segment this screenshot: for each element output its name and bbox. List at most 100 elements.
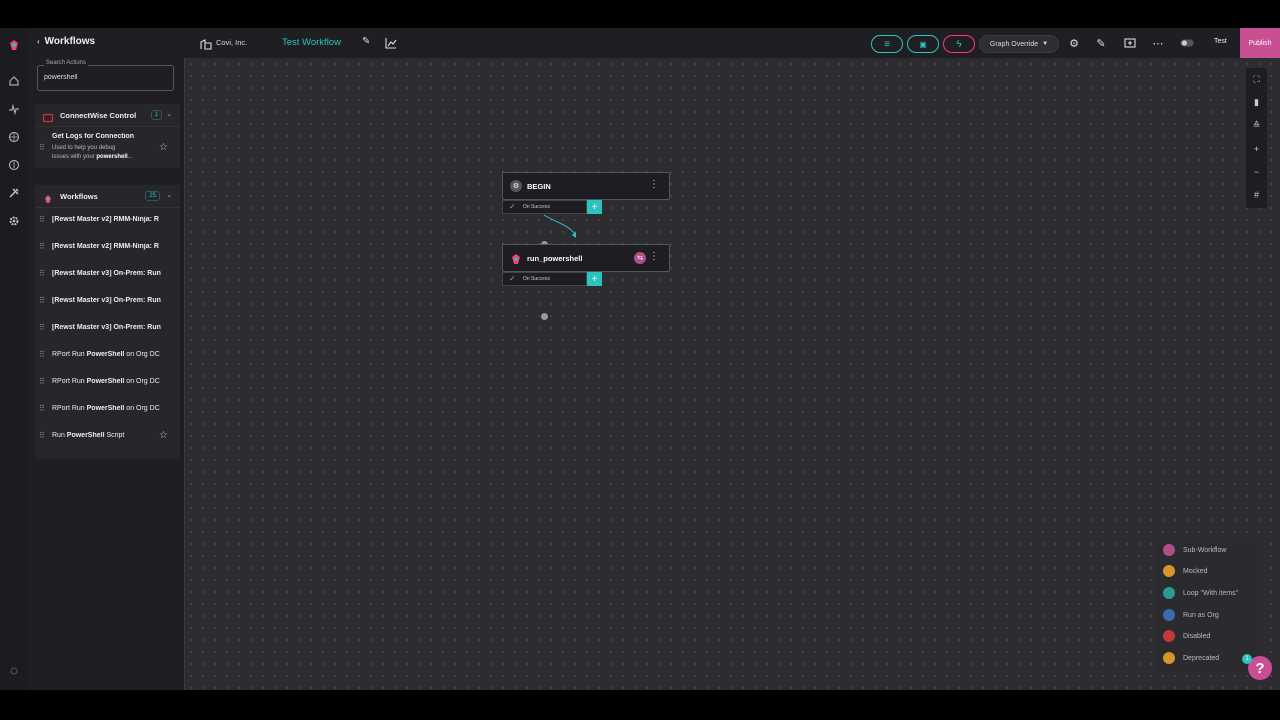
- tools-icon[interactable]: [7, 186, 21, 200]
- drag-handle-icon[interactable]: ⠿: [39, 323, 45, 332]
- item-title: RPort Run PowerShell on Org DC: [52, 351, 160, 358]
- settings-icon[interactable]: [7, 214, 21, 228]
- triggers-button[interactable]: ϟ: [943, 35, 975, 53]
- zoom-out-icon[interactable]: −: [1246, 161, 1267, 183]
- notes-button[interactable]: ≡: [871, 35, 903, 53]
- drag-handle-icon[interactable]: ⠿: [39, 269, 45, 278]
- group-header[interactable]: Workflows 25 ⌄: [35, 185, 180, 208]
- connectwise-icon: [42, 110, 54, 123]
- chevron-left-icon[interactable]: ‹: [37, 37, 40, 46]
- favorite-star-icon[interactable]: ☆: [159, 142, 168, 153]
- item-description-line1: Used to help you debug: [52, 145, 116, 151]
- subworkflow-icon: [1163, 544, 1175, 556]
- fit-view-icon[interactable]: ⛶: [1246, 68, 1267, 90]
- list-item[interactable]: ⠿ Get Logs for Connection Used to help y…: [35, 130, 180, 166]
- chevron-down-icon[interactable]: ⌄: [166, 191, 172, 199]
- list-item[interactable]: ⠿ [Rewst Master v3] On-Prem: Run: [35, 264, 180, 284]
- more-options-icon[interactable]: ⋯: [1151, 36, 1165, 50]
- search-field[interactable]: Search Actions: [37, 60, 174, 91]
- add-transition-button[interactable]: +: [587, 200, 602, 214]
- rewst-logo-icon[interactable]: [7, 38, 21, 52]
- connector-handle[interactable]: [541, 313, 548, 320]
- kebab-menu-icon[interactable]: ⋮: [649, 179, 659, 191]
- transition-port[interactable]: ✓ On Success: [502, 272, 587, 286]
- workflow-node-begin[interactable]: ⚙ BEGIN ⋮: [502, 172, 670, 200]
- lightning-icon: ϟ: [956, 38, 962, 50]
- workflow-node-run-powershell[interactable]: run_powershell ⇆ ⋮: [502, 244, 670, 272]
- list-item[interactable]: ⠿ Run PowerShell Script ☆: [35, 426, 180, 446]
- item-title: Run PowerShell Script: [52, 432, 125, 439]
- activity-icon[interactable]: [7, 102, 21, 116]
- favorite-star-icon[interactable]: ☆: [159, 430, 168, 441]
- item-title: [Rewst Master v3] On-Prem: Run: [52, 324, 161, 331]
- port-label: On Success: [523, 276, 550, 282]
- variables-button[interactable]: ▣: [907, 35, 939, 53]
- legend-label: Mocked: [1183, 567, 1208, 575]
- export-icon[interactable]: [1123, 36, 1137, 50]
- deprecated-icon: [1163, 652, 1175, 664]
- workflow-canvas[interactable]: ⚙ BEGIN ⋮ ✓ On Success + run_powershell …: [185, 58, 1280, 690]
- list-item[interactable]: ⠿ [Rewst Master v3] On-Prem: Run: [35, 318, 180, 338]
- zoom-in-icon[interactable]: +: [1246, 138, 1267, 160]
- drag-handle-icon[interactable]: ⠿: [39, 431, 45, 440]
- drag-handle-icon[interactable]: ⠿: [39, 215, 45, 224]
- subworkflow-badge-icon: ⇆: [634, 252, 646, 264]
- transition-port[interactable]: ✓ On Success: [502, 200, 587, 214]
- check-icon: ✓: [509, 274, 516, 283]
- org-name[interactable]: Covi, Inc.: [216, 38, 247, 47]
- item-title: [Rewst Master v2] RMM-Ninja: R: [52, 243, 159, 250]
- help-badge: 1: [1242, 654, 1252, 664]
- subworkflow-icon: [510, 252, 522, 264]
- edit-name-icon[interactable]: ✎: [362, 36, 370, 47]
- test-button[interactable]: Test: [1214, 38, 1227, 45]
- grid-icon[interactable]: #: [1246, 184, 1267, 206]
- workflow-name[interactable]: Test Workflow: [282, 37, 341, 48]
- toggle-icon[interactable]: [1180, 36, 1194, 50]
- chevron-down-icon[interactable]: ⌄: [166, 110, 172, 118]
- run-as-org-icon: [1163, 609, 1175, 621]
- legend-item: Sub-Workflow: [1163, 543, 1226, 557]
- list-item[interactable]: ⠿ RPort Run PowerShell on Org DC: [35, 372, 180, 392]
- list-item[interactable]: ⠿ RPort Run PowerShell on Org DC: [35, 399, 180, 419]
- item-title: RPort Run PowerShell on Org DC: [52, 378, 160, 385]
- legend-label: Loop "With items": [1183, 589, 1239, 597]
- list-item[interactable]: ⠿ [Rewst Master v3] On-Prem: Run: [35, 291, 180, 311]
- list-icon: ≡: [884, 38, 890, 50]
- layout-icon[interactable]: ≙: [1246, 114, 1267, 136]
- action-group-workflows: Workflows 25 ⌄ ⠿ [Rewst Master v2] RMM-N…: [35, 185, 180, 459]
- drag-handle-icon[interactable]: ⠿: [39, 296, 45, 305]
- drag-handle-icon[interactable]: ⠿: [39, 350, 45, 359]
- legend-item: Loop "With items": [1163, 586, 1238, 600]
- list-item[interactable]: ⠿ RPort Run PowerShell on Org DC: [35, 345, 180, 365]
- graph-override-dropdown[interactable]: Graph Override ▼: [979, 35, 1059, 53]
- legend-item: Disabled: [1163, 629, 1210, 643]
- list-item[interactable]: ⠿ [Rewst Master v2] RMM-Ninja: R: [35, 237, 180, 257]
- analytics-icon[interactable]: [385, 36, 397, 54]
- coin-icon[interactable]: [7, 158, 21, 172]
- drag-handle-icon[interactable]: ⠿: [39, 377, 45, 386]
- pencil-icon[interactable]: ✎: [1094, 36, 1108, 50]
- begin-icon: ⚙: [510, 180, 522, 192]
- drag-handle-icon[interactable]: ⠿: [39, 143, 45, 152]
- legend-item: Run as Org: [1163, 608, 1219, 622]
- kebab-menu-icon[interactable]: ⋮: [649, 251, 659, 263]
- search-legend: Search Actions: [44, 60, 89, 66]
- add-transition-button[interactable]: +: [587, 272, 602, 286]
- disabled-icon: [1163, 630, 1175, 642]
- home-icon[interactable]: [7, 74, 21, 88]
- group-header[interactable]: ConnectWise Control 1 ⌄: [35, 104, 180, 127]
- gear-icon[interactable]: ⚙: [1067, 36, 1081, 50]
- publish-button[interactable]: Publish: [1240, 28, 1280, 58]
- sidebar-header[interactable]: ‹ Workflows: [37, 36, 95, 47]
- drag-handle-icon[interactable]: ⠿: [39, 242, 45, 251]
- action-group-connectwise: ConnectWise Control 1 ⌄ ⠿ Get Logs for C…: [35, 104, 180, 168]
- list-item[interactable]: ⠿ [Rewst Master v2] RMM-Ninja: R: [35, 210, 180, 230]
- workflows-icon: [43, 191, 53, 203]
- collapse-icon[interactable]: [7, 664, 21, 678]
- lock-icon[interactable]: ▮: [1246, 91, 1267, 113]
- globe-icon[interactable]: [7, 130, 21, 144]
- item-title: [Rewst Master v2] RMM-Ninja: R: [52, 216, 159, 223]
- search-input[interactable]: [44, 74, 164, 81]
- legend-label: Disabled: [1183, 632, 1211, 640]
- drag-handle-icon[interactable]: ⠿: [39, 404, 45, 413]
